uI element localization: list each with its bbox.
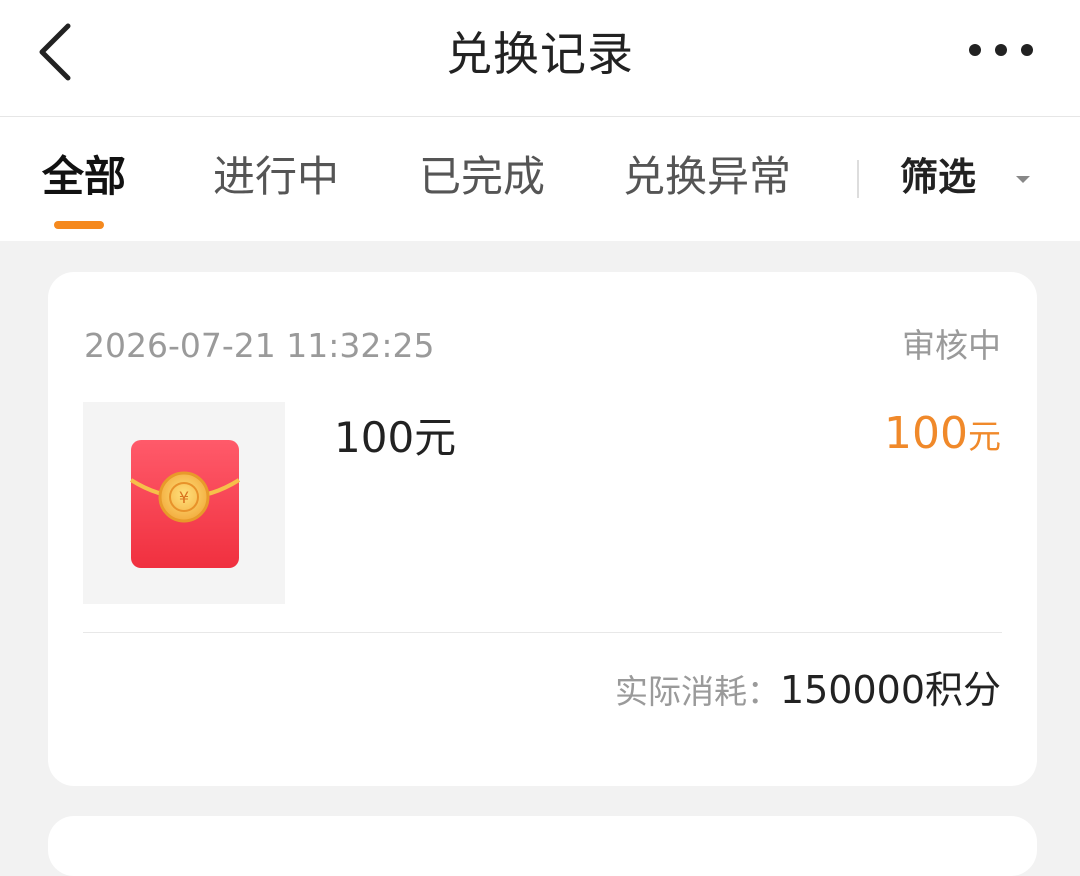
tab-completed[interactable]: 已完成 [419, 147, 545, 207]
caret-down-icon[interactable] [1016, 176, 1030, 183]
card-divider [83, 632, 1002, 633]
red-envelope-icon: ¥ [129, 440, 241, 568]
tab-divider [857, 160, 859, 198]
order-time: 2026-07-21 11:32:25 [84, 326, 435, 365]
record-card[interactable]: 2026-07-21 11:32:25 审核中 ¥ 100元 100元 实际消耗… [48, 272, 1037, 786]
cost-row: 实际消耗：150000积分 [615, 664, 1001, 718]
price-value: 100 [884, 408, 968, 459]
filter-button[interactable]: 筛选 [900, 147, 976, 207]
page-title: 兑换记录 [446, 27, 634, 81]
more-horizontal-icon [969, 44, 1033, 56]
product-thumbnail: ¥ [83, 402, 285, 604]
tab-in-progress[interactable]: 进行中 [213, 147, 339, 207]
product-name: 100元 [334, 413, 457, 462]
price-unit: 元 [968, 417, 1001, 456]
active-tab-indicator [54, 221, 104, 229]
app-header: 兑换记录 [0, 0, 1080, 117]
cost-value: 150000积分 [779, 668, 1001, 712]
tab-all[interactable]: 全部 [42, 147, 126, 207]
cost-label: 实际消耗： [614, 672, 780, 711]
more-button[interactable] [966, 30, 1036, 70]
record-card-next[interactable] [48, 816, 1037, 876]
tab-exchange-error[interactable]: 兑换异常 [623, 147, 791, 207]
product-price: 100元 [884, 406, 1001, 465]
status-badge: 审核中 [902, 326, 1001, 365]
svg-text:¥: ¥ [179, 488, 189, 507]
